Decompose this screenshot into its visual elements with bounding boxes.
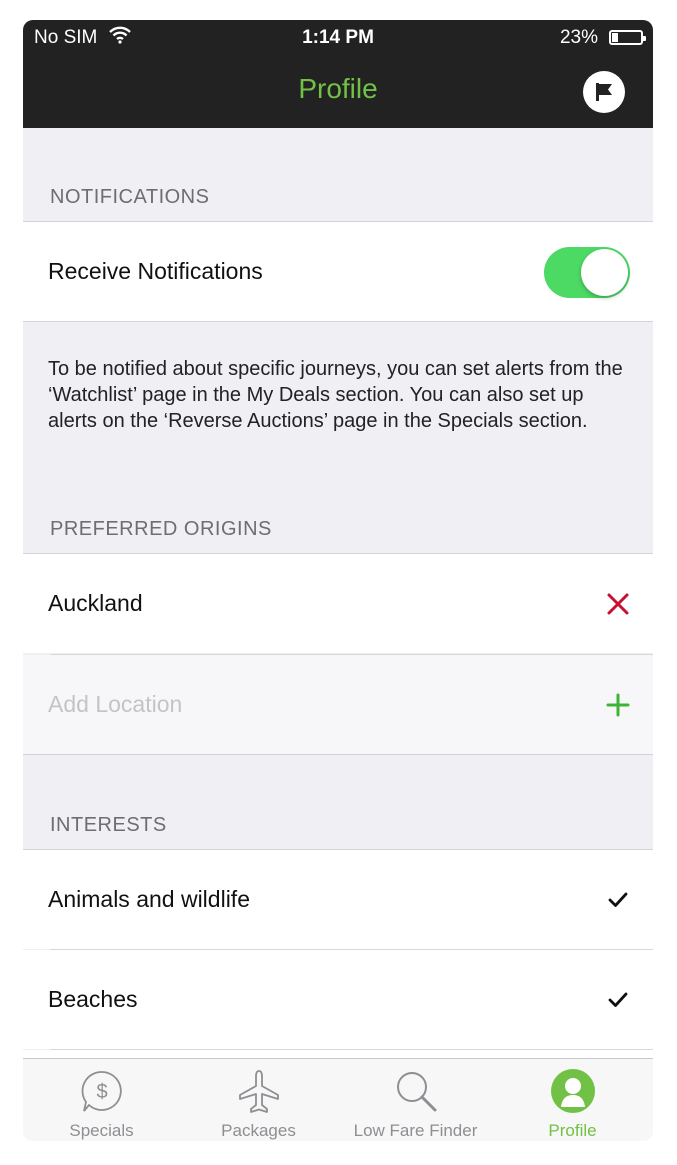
flag-button[interactable] bbox=[583, 71, 625, 113]
receive-notifications-row: Receive Notifications bbox=[23, 222, 653, 321]
airplane-icon bbox=[238, 1070, 279, 1113]
tab-low-fare-finder[interactable]: Low Fare Finder bbox=[337, 1059, 494, 1141]
tab-bar: $ Specials Packages Low Fare Finder Prof… bbox=[23, 1058, 653, 1141]
tab-specials[interactable]: $ Specials bbox=[23, 1059, 180, 1141]
battery-tip bbox=[643, 36, 646, 41]
phone-screen: No SIM 1:14 PM 23% Profile NOTIFICATIONS… bbox=[23, 20, 653, 1141]
notifications-header: NOTIFICATIONS bbox=[50, 186, 210, 208]
flag-icon bbox=[596, 83, 612, 101]
tab-label: Profile bbox=[548, 1121, 597, 1140]
interest-row[interactable]: Beaches bbox=[23, 950, 653, 1049]
interest-row[interactable]: Animals and wildlife bbox=[23, 850, 653, 949]
receive-notifications-label: Receive Notifications bbox=[48, 258, 263, 284]
interest-label: Beaches bbox=[48, 986, 138, 1012]
divider bbox=[23, 754, 653, 755]
checkmark-icon bbox=[608, 992, 628, 1007]
divider bbox=[23, 321, 653, 322]
interest-label: Animals and wildlife bbox=[48, 886, 250, 912]
profile-icon bbox=[550, 1069, 595, 1113]
checkmark-icon bbox=[608, 892, 628, 907]
battery-level bbox=[612, 33, 618, 42]
toggle-knob bbox=[581, 249, 628, 296]
origin-row-auckland: Auckland bbox=[23, 554, 653, 653]
page-title: Profile bbox=[298, 73, 378, 104]
battery-icon bbox=[609, 30, 646, 45]
navigation-bar: No SIM 1:14 PM 23% Profile bbox=[23, 20, 653, 128]
notifications-info-text: To be notified about specific journeys, … bbox=[48, 358, 623, 432]
origin-label: Auckland bbox=[48, 590, 143, 616]
tab-packages[interactable]: Packages bbox=[180, 1059, 337, 1141]
tab-label: Packages bbox=[221, 1121, 296, 1140]
notifications-toggle[interactable] bbox=[544, 247, 630, 298]
preferred-origins-header: PREFERRED ORIGINS bbox=[50, 518, 272, 540]
tab-label: Low Fare Finder bbox=[353, 1121, 478, 1140]
clock: 1:14 PM bbox=[302, 27, 374, 48]
svg-text:$: $ bbox=[96, 1081, 107, 1103]
add-location-placeholder[interactable]: Add Location bbox=[48, 691, 182, 718]
add-location-row[interactable]: Add Location bbox=[23, 655, 653, 754]
tab-profile[interactable]: Profile bbox=[494, 1059, 651, 1141]
remove-icon[interactable] bbox=[603, 589, 633, 619]
add-icon[interactable] bbox=[603, 690, 633, 720]
interests-header: INTERESTS bbox=[50, 814, 167, 836]
tab-label: Specials bbox=[69, 1121, 134, 1140]
dollar-bubble-icon: $ bbox=[81, 1071, 122, 1112]
magnifier-icon bbox=[396, 1072, 436, 1112]
battery-percentage: 23% bbox=[559, 27, 598, 48]
